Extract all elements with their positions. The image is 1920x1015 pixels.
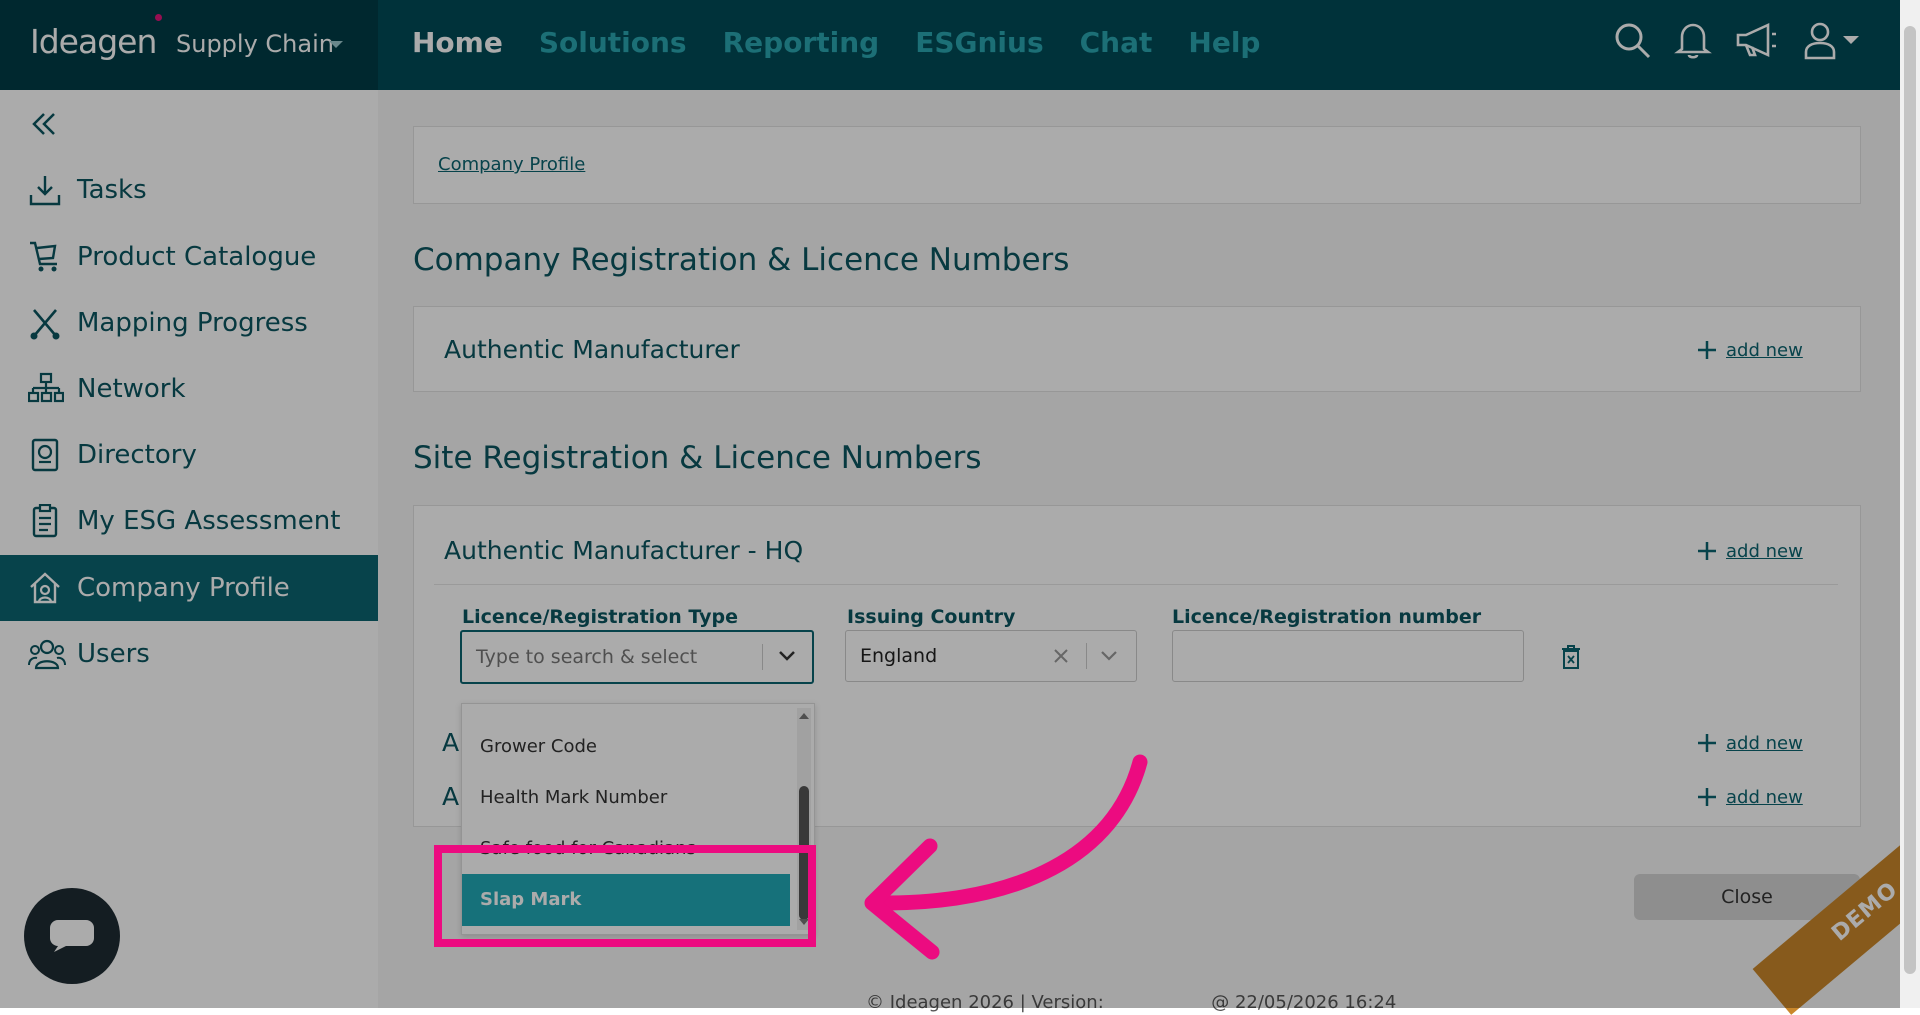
bell-icon[interactable] [1674, 20, 1712, 60]
scroll-down-icon[interactable] [798, 918, 810, 926]
footer: © Ideagen 2026 | Version: @ 22/05/2026 1… [866, 992, 1396, 1013]
nav-reporting[interactable]: Reporting [723, 26, 880, 59]
add-new-label: add new [1726, 732, 1803, 754]
chevron-down-icon[interactable] [778, 650, 796, 662]
site-card-title: Authentic Manufacturer - HQ [444, 536, 804, 565]
licence-number-label: Licence/Registration number [1172, 606, 1482, 628]
add-new-site-licence-button[interactable]: add new [1696, 732, 1803, 754]
sidebar-item-label: Mapping Progress [77, 308, 308, 338]
dropdown-scroll-thumb[interactable] [799, 786, 809, 920]
nav-home[interactable]: Home [412, 26, 503, 59]
licence-type-label: Licence/Registration Type [462, 606, 738, 628]
company-card: Authentic Manufacturer add new [413, 306, 1861, 392]
delete-icon[interactable] [1560, 644, 1582, 670]
sidebar-item-tasks[interactable]: Tasks [0, 157, 378, 223]
user-menu-icon[interactable] [1802, 20, 1860, 60]
hidden-card-title: A [442, 728, 460, 757]
issuing-country-value: England [860, 645, 938, 667]
sidebar-item-my-esg-assessment[interactable]: My ESG Assessment [0, 488, 378, 554]
footer-timestamp: @ 22/05/2026 16:24 [1211, 992, 1397, 1013]
tasks-icon [28, 173, 62, 207]
add-new-site-licence-button[interactable]: add new [1696, 786, 1803, 808]
plus-icon [1698, 341, 1716, 359]
breadcrumb-company-profile[interactable]: Company Profile [438, 154, 585, 175]
company-home-icon [28, 571, 62, 605]
sidebar-item-mapping-progress[interactable]: Mapping Progress [0, 290, 378, 356]
page-scrollbar[interactable] [1900, 0, 1920, 1008]
dropdown-option[interactable]: Grower Code [480, 736, 597, 757]
top-icons [1612, 20, 1860, 60]
sidebar-item-label: Company Profile [77, 573, 290, 603]
licence-type-placeholder: Type to search & select [476, 646, 698, 668]
breadcrumb: Company Profile [413, 126, 1861, 204]
add-new-label: add new [1726, 339, 1803, 361]
product-name: Supply Chain [176, 30, 334, 58]
shopping-cart-icon [28, 240, 62, 274]
dropdown-option-label: Slap Mark [480, 889, 582, 910]
issuing-country-select[interactable]: England [845, 630, 1137, 682]
brand-area[interactable]: Ideagen Supply Chain [0, 0, 378, 90]
hidden-card-title: A [442, 782, 460, 811]
nav-esgnius[interactable]: ESGnius [915, 26, 1043, 59]
add-new-label: add new [1726, 786, 1803, 808]
sidebar-item-label: Directory [77, 440, 197, 470]
sidebar-item-label: My ESG Assessment [77, 506, 341, 536]
footer-copyright: © Ideagen 2026 | Version: [866, 992, 1104, 1013]
add-new-company-licence-button[interactable]: add new [1696, 339, 1803, 361]
nav-chat[interactable]: Chat [1080, 26, 1153, 59]
network-icon [28, 372, 64, 406]
directory-icon [28, 438, 62, 472]
licence-type-select[interactable]: Type to search & select [460, 630, 814, 684]
chevron-down-icon[interactable] [1100, 650, 1118, 662]
plus-icon [1698, 542, 1716, 560]
add-new-site-licence-button[interactable]: add new [1696, 540, 1803, 562]
sidebar-item-directory[interactable]: Directory [0, 422, 378, 488]
ideagen-logo: Ideagen [30, 22, 157, 61]
sidebar-item-network[interactable]: Network [0, 356, 378, 422]
collapse-sidebar-icon[interactable] [30, 110, 58, 138]
search-icon[interactable] [1612, 20, 1652, 60]
chat-launcher-button[interactable] [24, 888, 120, 984]
main-nav: Home Solutions Reporting ESGnius Chat He… [412, 26, 1260, 59]
clear-icon[interactable] [1053, 648, 1069, 664]
sidebar-item-label: Tasks [77, 175, 147, 205]
users-icon [28, 637, 66, 671]
site-registration-heading: Site Registration & Licence Numbers [413, 440, 982, 476]
dropdown-option[interactable]: Safe food for Canadians [480, 838, 696, 859]
plus-icon [1698, 788, 1716, 806]
sidebar-item-label: Users [77, 639, 150, 669]
chevron-down-icon[interactable] [328, 40, 344, 50]
top-bar: Ideagen Supply Chain Home Solutions Repo… [0, 0, 1900, 90]
sidebar: Tasks Product Catalogue Mapping Progress… [0, 90, 378, 1008]
licence-type-dropdown: Grower Code Health Mark Number Safe food… [461, 703, 815, 935]
nav-help[interactable]: Help [1188, 26, 1260, 59]
megaphone-icon[interactable] [1734, 20, 1780, 60]
issuing-country-label: Issuing Country [847, 606, 1016, 628]
select-separator [1086, 643, 1087, 669]
select-separator [762, 644, 763, 670]
logo-accent-dot [155, 14, 162, 21]
page-scroll-thumb[interactable] [1904, 26, 1916, 974]
sidebar-item-company-profile[interactable]: Company Profile [0, 555, 378, 621]
chat-bubble-icon [48, 918, 96, 954]
nav-solutions[interactable]: Solutions [539, 26, 687, 59]
plus-icon [1698, 734, 1716, 752]
clipboard-icon [28, 504, 62, 538]
route-icon [28, 306, 62, 340]
sidebar-item-label: Network [77, 374, 186, 404]
add-new-label: add new [1726, 540, 1803, 562]
company-registration-heading: Company Registration & Licence Numbers [413, 242, 1070, 278]
company-card-title: Authentic Manufacturer [444, 335, 740, 364]
scroll-up-icon[interactable] [798, 712, 810, 720]
sidebar-item-users[interactable]: Users [0, 621, 378, 687]
dropdown-option-slap-mark[interactable]: Slap Mark [462, 874, 790, 926]
licence-number-input[interactable] [1172, 630, 1524, 682]
sidebar-item-product-catalogue[interactable]: Product Catalogue [0, 224, 378, 290]
divider [434, 584, 1838, 585]
dropdown-option[interactable]: Health Mark Number [480, 787, 667, 808]
sidebar-item-label: Product Catalogue [77, 242, 317, 272]
